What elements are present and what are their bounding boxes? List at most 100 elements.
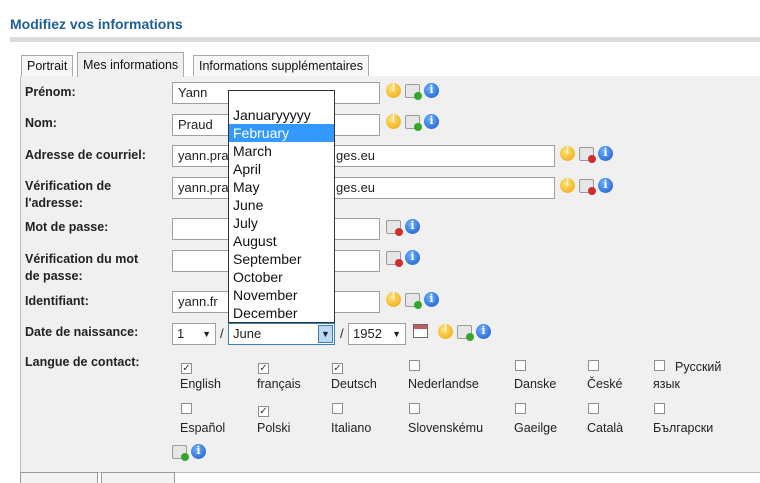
language-label: Italiano [331, 421, 372, 435]
month-option[interactable]: June [229, 196, 334, 214]
info-icon[interactable] [191, 444, 206, 459]
email-verify-value-left: yann.pra [178, 180, 229, 195]
birthdate-month-value: June [233, 326, 262, 341]
month-option[interactable]: October [229, 268, 334, 286]
password-verify-icons [386, 250, 424, 267]
info-icon[interactable] [476, 324, 491, 339]
checkbox-francais[interactable]: ✓ [258, 363, 269, 374]
checkbox-danske[interactable] [515, 360, 526, 371]
page-title: Modifiez vos informations [10, 16, 183, 32]
title-underline [10, 37, 760, 42]
sync-visibility-icon[interactable] [172, 445, 189, 461]
nom-icons [386, 113, 443, 131]
checkbox-catala[interactable] [588, 403, 599, 414]
warning-icon [386, 82, 401, 98]
birthdate-label: Date de naissance: [25, 325, 139, 339]
identifiant-icons [386, 291, 443, 309]
month-option[interactable]: Januaryyyyy [229, 106, 334, 124]
info-icon[interactable] [405, 250, 420, 265]
warning-icon [386, 291, 401, 307]
email-value-left: yann.pra [178, 148, 229, 163]
sync-visibility-icon[interactable] [405, 84, 422, 100]
month-option[interactable]: November [229, 286, 334, 304]
checkbox-gaeilge[interactable] [515, 403, 526, 414]
language-label: Gaeilge [514, 421, 558, 435]
checkbox-russian[interactable] [654, 360, 665, 371]
checkbox-nederlandse[interactable] [409, 360, 420, 371]
birthdate-icons [438, 323, 495, 341]
month-option[interactable]: December [229, 304, 334, 322]
language-label-line1: Русский [675, 360, 722, 374]
month-dropdown-list: Januaryyyyy February March April May Jun… [228, 90, 335, 323]
email-verify-label: Vérification de l'adresse: [25, 178, 111, 212]
tab-portrait[interactable]: Portrait [21, 55, 74, 76]
language-label: Deutsch [331, 377, 377, 391]
tab-mes-informations[interactable]: Mes informations [77, 52, 185, 77]
info-icon[interactable] [405, 219, 420, 234]
month-option[interactable]: April [229, 160, 334, 178]
password-verify-label-line2: de passe: [25, 269, 83, 283]
checkbox-english[interactable]: ✓ [181, 363, 192, 374]
checkbox-italiano[interactable] [332, 403, 343, 414]
date-separator: / [220, 326, 224, 341]
email-icons [560, 145, 617, 163]
password-verify-label: Vérification du mot de passe: [25, 251, 138, 285]
blocked-visibility-icon[interactable] [579, 147, 596, 163]
info-icon[interactable] [424, 114, 439, 129]
month-option[interactable]: May [229, 178, 334, 196]
prenom-icons [386, 82, 443, 100]
checkbox-slovenskemu[interactable] [409, 403, 420, 414]
language-label: Български [653, 421, 714, 435]
langue-label: Langue de contact: [25, 355, 140, 369]
password-icons [386, 219, 424, 236]
month-option[interactable]: September [229, 250, 334, 268]
month-option[interactable]: August [229, 232, 334, 250]
language-label-line2: язык [653, 377, 680, 391]
bottom-button[interactable] [20, 472, 98, 483]
sync-visibility-icon[interactable] [457, 325, 474, 341]
month-option[interactable]: July [229, 214, 334, 232]
language-label: České [587, 377, 623, 391]
langue-icons [172, 444, 210, 461]
info-icon[interactable] [424, 83, 439, 98]
identifiant-label: Identifiant: [25, 294, 89, 308]
checkbox-polski[interactable]: ✓ [258, 406, 269, 417]
language-label: English [180, 377, 221, 391]
calendar-icon[interactable] [413, 324, 428, 338]
password-label: Mot de passe: [25, 220, 109, 234]
email-verify-label-line1: Vérification de [25, 179, 112, 193]
tab-informations-supplementaires[interactable]: Informations supplémentaires [193, 55, 369, 76]
checkbox-ceske[interactable] [588, 360, 599, 371]
month-option-highlighted[interactable]: February [229, 124, 334, 142]
info-icon[interactable] [424, 292, 439, 307]
birthdate-day-select[interactable]: 1 ▼ [172, 323, 216, 345]
chevron-down-icon: ▼ [318, 325, 333, 343]
blocked-visibility-icon[interactable] [386, 251, 403, 267]
birthdate-month-select[interactable]: June ▼ [228, 323, 335, 345]
language-label: français [257, 377, 301, 391]
info-icon[interactable] [598, 146, 613, 161]
language-label: Español [180, 421, 226, 435]
checkbox-espanol[interactable] [181, 403, 192, 414]
sync-visibility-icon[interactable] [405, 115, 422, 131]
warning-icon [560, 177, 575, 193]
email-verify-value-right: ges.eu [336, 180, 376, 195]
sync-visibility-icon[interactable] [405, 293, 422, 309]
language-label: Polski [257, 421, 291, 435]
email-verify-label-line2: l'adresse: [25, 196, 83, 210]
email-label: Adresse de courriel: [25, 148, 146, 162]
blocked-visibility-icon[interactable] [386, 220, 403, 236]
email-value-right: ges.eu [336, 148, 376, 163]
warning-icon [438, 323, 453, 339]
language-label: Danske [514, 377, 557, 391]
birthdate-year-select[interactable]: 1952 ▼ [348, 323, 406, 345]
bottom-button[interactable] [101, 472, 175, 483]
checkbox-deutsch[interactable]: ✓ [332, 363, 343, 374]
checkbox-bulgarian[interactable] [654, 403, 665, 414]
chevron-down-icon: ▼ [202, 329, 211, 339]
blocked-visibility-icon[interactable] [579, 179, 596, 195]
info-icon[interactable] [598, 178, 613, 193]
password-verify-label-line1: Vérification du mot [25, 252, 139, 266]
date-separator: / [340, 326, 344, 341]
month-option[interactable]: March [229, 142, 334, 160]
